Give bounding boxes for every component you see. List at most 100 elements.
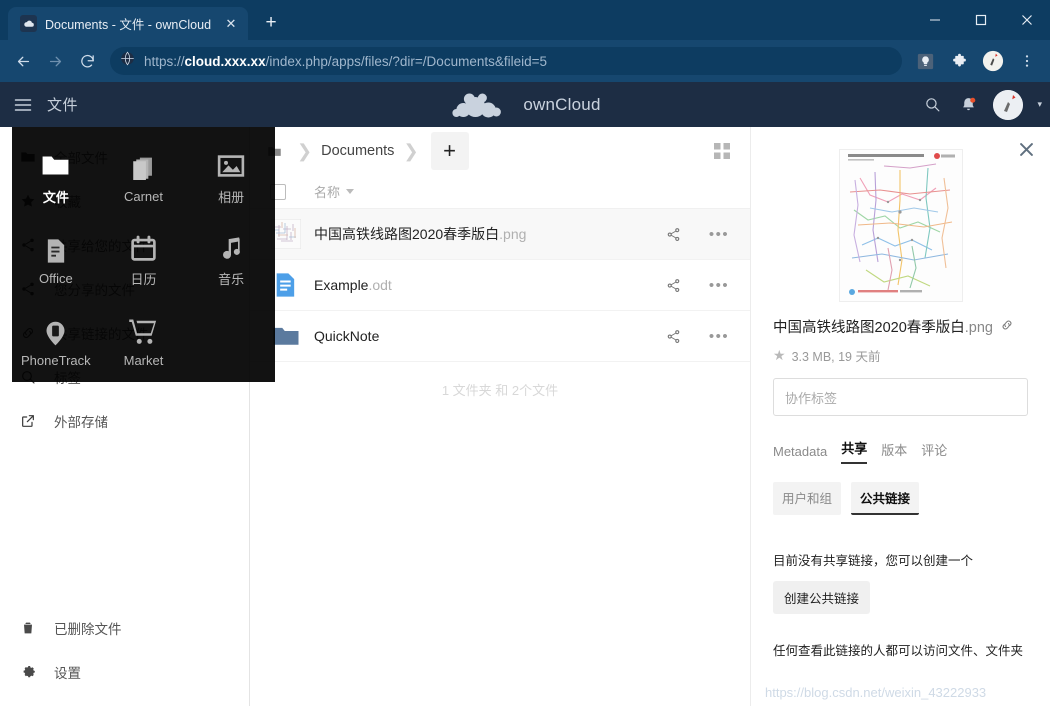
app-body: 全部文件 收藏 共享给您的文件	[0, 127, 1050, 706]
column-label: 名称	[314, 185, 341, 200]
tab-comments[interactable]: 评论	[921, 440, 947, 464]
sort-caret-icon	[346, 189, 355, 194]
app-drawer-item-phonetrack[interactable]: PhoneTrack	[12, 300, 100, 382]
user-avatar[interactable]	[993, 89, 1024, 120]
file-name[interactable]: QuickNote	[314, 328, 650, 344]
collaborative-tags-input[interactable]: 协作标签	[773, 378, 1028, 416]
app-drawer-label: 日历	[130, 271, 157, 287]
url-text: https://cloud.xxx.xx/index.php/apps/file…	[144, 53, 547, 69]
browser-window: Documents - 文件 - ownCloud ✕ + https://cl…	[0, 0, 1050, 706]
brand-name: ownCloud	[523, 94, 601, 114]
profile-avatar[interactable]	[978, 46, 1008, 76]
owncloud-header: 文件 ownCloud ▾	[0, 82, 1050, 127]
app-drawer-item-gallery[interactable]: 相册	[187, 135, 275, 217]
app-drawer: 文件 Carnet 相册 Office 日历 音乐 PhoneTrack Mar…	[12, 127, 275, 382]
calendar-icon	[129, 229, 158, 263]
sidebar-item-label: 设置	[54, 666, 81, 681]
file-area: ❯ Documents ❯ + 名称 中国高铁线路图2020春季版白.png •…	[250, 127, 750, 706]
details-subtabs: 用户和组 公共链接	[773, 482, 1028, 515]
owncloud-cloud-icon	[452, 93, 501, 117]
folder-icon	[40, 147, 71, 181]
grid-view-icon[interactable]	[710, 139, 734, 163]
app-title: 文件	[47, 97, 79, 114]
file-name[interactable]: Example.odt	[314, 277, 650, 293]
close-icon[interactable]	[1016, 139, 1036, 159]
forward-button[interactable]	[40, 46, 70, 76]
sidebar-item-external-storage[interactable]: 外部存储	[0, 399, 249, 443]
table-row[interactable]: Example.odt •••	[250, 260, 750, 311]
owncloud-logo[interactable]: ownCloud	[449, 90, 600, 120]
subtab-users-and-groups[interactable]: 用户和组	[773, 482, 842, 515]
app-drawer-label: Carnet	[123, 188, 163, 204]
gear-icon	[18, 664, 38, 680]
close-icon[interactable]: ✕	[222, 15, 240, 33]
tags-placeholder: 协作标签	[785, 390, 838, 406]
breadcrumb: ❯ Documents ❯ +	[250, 127, 750, 175]
share-icon[interactable]	[650, 329, 696, 344]
create-public-link-button[interactable]: 创建公共链接	[773, 581, 871, 614]
app-drawer-label: 相册	[218, 189, 245, 205]
chevron-down-icon[interactable]: ▾	[1037, 99, 1042, 110]
sidebar-item-label: 外部存储	[54, 415, 108, 430]
breadcrumb-separator: ❯	[297, 140, 313, 161]
add-new-button[interactable]: +	[430, 132, 469, 170]
hamburger-icon[interactable]	[0, 82, 45, 127]
back-button[interactable]	[8, 46, 38, 76]
tab-strip: Documents - 文件 - ownCloud ✕ +	[0, 0, 1050, 40]
close-window-button[interactable]	[1004, 0, 1050, 40]
tab-sharing[interactable]: 共享	[841, 438, 868, 464]
minimize-button[interactable]	[912, 0, 958, 40]
external-storage-icon	[18, 413, 38, 429]
star-icon[interactable]: ★	[773, 347, 786, 364]
window-controls	[912, 0, 1050, 40]
kebab-menu-icon[interactable]	[1012, 46, 1042, 76]
tab-versions[interactable]: 版本	[881, 440, 907, 464]
railway-map-preview[interactable]	[838, 149, 963, 302]
table-row[interactable]: QuickNote •••	[250, 311, 750, 362]
owncloud-app: 文件 ownCloud ▾ 外部存储 已删除文件 设置 文件 Carnet 相册…	[0, 82, 1050, 706]
details-tabs: Metadata 共享 版本 评论	[773, 438, 1028, 464]
share-icon[interactable]	[650, 227, 696, 242]
app-drawer-item-calendar[interactable]: 日历	[100, 217, 188, 299]
more-actions-icon[interactable]: •••	[696, 226, 742, 243]
subtab-public-links[interactable]: 公共链接	[851, 482, 920, 515]
new-tab-button[interactable]: +	[257, 9, 285, 37]
app-drawer-item-files[interactable]: 文件	[12, 135, 100, 217]
more-actions-icon[interactable]: •••	[696, 277, 742, 294]
app-drawer-label: Office	[38, 270, 73, 286]
more-actions-icon[interactable]: •••	[696, 328, 742, 345]
app-drawer-label: PhoneTrack	[21, 353, 91, 369]
globe-icon	[120, 51, 135, 71]
column-header-name[interactable]: 名称	[314, 182, 355, 201]
bell-icon[interactable]	[957, 94, 979, 116]
app-drawer-item-carnet[interactable]: Carnet	[100, 135, 188, 217]
app-drawer-label: 音乐	[218, 271, 245, 287]
trash-icon	[18, 620, 38, 636]
tab-metadata[interactable]: Metadata	[773, 444, 827, 464]
puzzle-piece-icon[interactable]	[944, 46, 974, 76]
file-table-header: 名称	[250, 175, 750, 209]
breadcrumb-current[interactable]: Documents	[321, 143, 394, 159]
app-drawer-item-office[interactable]: Office	[12, 217, 100, 299]
watermark: https://blog.csdn.net/weixin_43222933	[765, 685, 987, 700]
address-bar[interactable]: https://cloud.xxx.xx/index.php/apps/file…	[110, 47, 902, 75]
maximize-button[interactable]	[958, 0, 1004, 40]
link-icon[interactable]	[1000, 318, 1014, 336]
app-drawer-item-music[interactable]: 音乐	[187, 217, 275, 299]
sidebar-item-settings[interactable]: 设置	[0, 650, 249, 694]
link-access-note: 任何查看此链接的人都可以访问文件、文件夹	[773, 644, 1024, 658]
table-row[interactable]: 中国高铁线路图2020春季版白.png •••	[250, 209, 750, 260]
sidebar-item-label: 已删除文件	[54, 622, 122, 637]
file-name[interactable]: 中国高铁线路图2020春季版白.png	[314, 224, 650, 244]
details-panel: 中国高铁线路图2020春季版白.png ★ 3.3 MB, 19 天前 协作标签…	[750, 127, 1050, 706]
reload-button[interactable]	[72, 46, 102, 76]
lightbulb-icon[interactable]	[910, 46, 940, 76]
sidebar-item-deleted-files[interactable]: 已删除文件	[0, 606, 249, 650]
details-meta: ★ 3.3 MB, 19 天前	[773, 346, 1028, 365]
share-icon[interactable]	[650, 278, 696, 293]
tab-title: Documents - 文件 - ownCloud	[45, 18, 212, 32]
search-icon[interactable]	[921, 94, 943, 116]
browser-tab[interactable]: Documents - 文件 - ownCloud ✕	[8, 7, 248, 40]
sidebar-bottom: 已删除文件 设置	[0, 606, 249, 706]
app-drawer-item-market[interactable]: Market	[100, 300, 188, 382]
